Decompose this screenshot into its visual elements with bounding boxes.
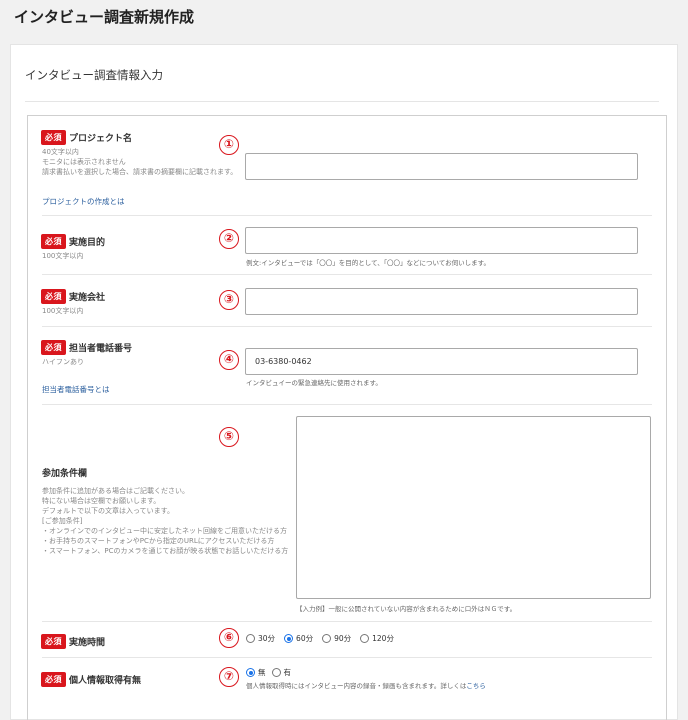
conditions-desc-1: 参加条件に追加がある場合はご記載ください。 bbox=[42, 487, 189, 495]
section-divider bbox=[25, 101, 659, 102]
field-divider bbox=[42, 274, 652, 275]
form-box: 必須 プロジェクト名 40文字以内 モニタには表示されません 請求書払いを選択し… bbox=[27, 115, 667, 720]
marker-5: ⑤ bbox=[219, 427, 239, 447]
marker-6: ⑥ bbox=[219, 628, 239, 648]
required-badge: 必須 bbox=[41, 130, 66, 145]
duration-label: 実施時間 bbox=[69, 638, 106, 648]
personal-info-details-link[interactable]: こちら bbox=[466, 682, 486, 690]
project-create-help-link[interactable]: プロジェクトの作成とは bbox=[42, 196, 125, 207]
duration-option-120[interactable]: 120分 bbox=[360, 633, 394, 644]
option-label: 無 bbox=[258, 668, 266, 677]
personal-info-radio-group: 無 有 bbox=[246, 667, 300, 678]
conditions-desc-7: ・スマートフォン、PCのカメラを通じてお顔が映る状態でお話しいただける方 bbox=[42, 547, 289, 555]
radio-checked-icon[interactable] bbox=[284, 634, 294, 643]
marker-2: ② bbox=[219, 229, 239, 249]
conditions-textarea[interactable] bbox=[296, 416, 651, 599]
required-badge: 必須 bbox=[41, 289, 66, 304]
phone-label: 担当者電話番号 bbox=[69, 344, 133, 354]
purpose-label: 実施目的 bbox=[69, 238, 106, 248]
personal-info-option-no[interactable]: 無 bbox=[246, 667, 266, 678]
personal-info-label: 個人情報取得有無 bbox=[69, 676, 142, 686]
project-name-input[interactable] bbox=[245, 153, 638, 180]
radio-icon[interactable] bbox=[322, 634, 332, 643]
conditions-desc-6: ・お手持ちのスマートフォンやPCから指定のURLにアクセスいただける方 bbox=[42, 537, 275, 545]
duration-option-30[interactable]: 30分 bbox=[246, 633, 275, 644]
section-title: インタビュー調査情報入力 bbox=[25, 68, 163, 82]
duration-radio-group: 30分 60分 90分 120分 bbox=[246, 633, 403, 644]
page-title: インタビュー調査新規作成 bbox=[14, 8, 195, 26]
required-badge: 必須 bbox=[41, 234, 66, 249]
personal-info-note-text: 個人情報取得時にはインタビュー内容の録音・録画も含まれます。詳しくは bbox=[246, 682, 467, 690]
phone-input[interactable] bbox=[245, 348, 638, 375]
field-divider bbox=[42, 215, 652, 216]
conditions-desc-4: [ご参加条件] bbox=[42, 517, 83, 525]
purpose-input[interactable] bbox=[245, 227, 638, 254]
duration-option-60[interactable]: 60分 bbox=[284, 633, 313, 644]
field-divider bbox=[42, 404, 652, 405]
project-name-label: プロジェクト名 bbox=[69, 134, 133, 144]
company-label: 実施会社 bbox=[69, 293, 106, 303]
required-badge: 必須 bbox=[41, 634, 66, 649]
conditions-label: 参加条件欄 bbox=[42, 469, 88, 479]
option-label: 有 bbox=[283, 668, 292, 677]
required-badge: 必須 bbox=[41, 340, 66, 355]
conditions-example-note: 【入力例】一般に公開されていない内容が含まれるために口外はＮＧです。 bbox=[296, 605, 517, 613]
form-panel: インタビュー調査情報入力 必須 プロジェクト名 40文字以内 モニタには表示され… bbox=[10, 44, 678, 720]
company-input[interactable] bbox=[245, 288, 638, 315]
field-divider bbox=[42, 621, 652, 622]
option-label: 120分 bbox=[372, 634, 394, 643]
radio-checked-icon[interactable] bbox=[246, 668, 255, 677]
field-divider bbox=[42, 326, 652, 327]
option-label: 60分 bbox=[296, 634, 314, 643]
personal-info-note: 個人情報取得時にはインタビュー内容の録音・録画も含まれます。詳しくはこちら bbox=[246, 680, 486, 690]
project-name-desc-3: 請求書払いを選択した場合、請求書の摘要欄に記載されます。 bbox=[42, 168, 238, 176]
marker-4: ④ bbox=[219, 350, 239, 370]
conditions-desc-3: デフォルトで以下の文章は入っています。 bbox=[42, 507, 174, 515]
phone-help-link[interactable]: 担当者電話番号とは bbox=[42, 384, 110, 395]
company-desc: 100文字以内 bbox=[42, 307, 84, 315]
option-label: 90分 bbox=[334, 634, 352, 643]
purpose-desc: 100文字以内 bbox=[42, 252, 84, 260]
marker-1: ① bbox=[219, 135, 239, 155]
duration-option-90[interactable]: 90分 bbox=[322, 633, 351, 644]
marker-3: ③ bbox=[219, 290, 239, 310]
phone-note: インタビュイーの緊急連絡先に使用されます。 bbox=[246, 379, 382, 387]
radio-icon[interactable] bbox=[271, 668, 281, 677]
conditions-desc-5: ・オンラインでのインタビュー中に安定したネット回線をご用意いただける方 bbox=[42, 527, 287, 535]
required-badge: 必須 bbox=[41, 672, 66, 687]
field-divider bbox=[42, 657, 652, 658]
phone-desc: ハイフンあり bbox=[42, 358, 84, 366]
personal-info-option-yes[interactable]: 有 bbox=[271, 667, 292, 678]
marker-7: ⑦ bbox=[219, 667, 239, 687]
project-name-desc-1: 40文字以内 bbox=[42, 148, 79, 156]
conditions-desc-2: 特にない場合は空欄でお願いします。 bbox=[42, 497, 161, 505]
radio-icon[interactable] bbox=[360, 634, 370, 643]
radio-icon[interactable] bbox=[246, 634, 255, 643]
purpose-example-note: 例文:インタビューでは「〇〇」を目的として、「〇〇」などについてお伺いします。 bbox=[246, 259, 490, 267]
project-name-desc-2: モニタには表示されません bbox=[42, 158, 126, 166]
option-label: 30分 bbox=[258, 634, 276, 643]
